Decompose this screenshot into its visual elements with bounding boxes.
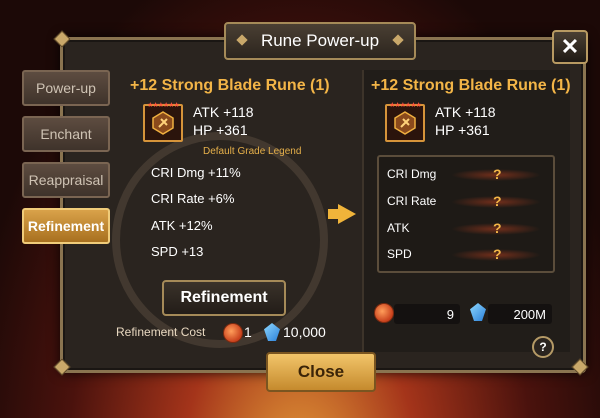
tab-enchant[interactable]: Enchant (22, 116, 110, 152)
refinement-cost-label: Refinement Cost (116, 325, 206, 339)
close-button-label: Close (297, 362, 345, 381)
tab-label: Power-up (36, 80, 96, 96)
sub-stat: CRI Rate +6% (151, 191, 235, 206)
refinement-button[interactable]: Refinement (162, 280, 286, 316)
sub-stat: ATK +12% (151, 218, 213, 233)
refinement-button-label: Refinement (180, 289, 268, 306)
main-stat: ATK +118 (435, 104, 496, 120)
unknown-stat-row: ATK ? (387, 219, 543, 239)
star-rating-icon: ★★★★★★ (147, 102, 180, 109)
diamond-icon (236, 34, 248, 46)
unknown-stat-row: SPD ? (387, 245, 543, 265)
stat-label: SPD (387, 247, 412, 261)
close-button[interactable]: Close (266, 352, 376, 392)
stat-unknown-value: ? (493, 246, 502, 262)
grade-legend-label: Default Grade Legend (203, 146, 302, 157)
arrow-right-icon (338, 204, 356, 224)
unknown-stat-row: CRI Dmg ? (387, 165, 543, 185)
rune-token-icon (223, 323, 243, 343)
diamond-icon (392, 34, 404, 46)
sub-stat: CRI Dmg +11% (151, 165, 241, 180)
unknown-stat-row: CRI Rate ? (387, 192, 543, 212)
stat-unknown-value: ? (493, 193, 502, 209)
close-icon-button[interactable]: ✕ (552, 30, 588, 64)
tab-power-up[interactable]: Power-up (22, 70, 110, 106)
rune-icon: ★★★★★★ (385, 102, 425, 142)
main-stat: ATK +118 (193, 104, 254, 120)
cost-mana-value: 10,000 (283, 324, 326, 340)
dialog-title-plate: Rune Power-up (224, 22, 416, 60)
rune-token-icon (374, 303, 394, 323)
rune-icon: ★★★★★★ (143, 102, 183, 142)
blade-rune-icon (152, 111, 174, 135)
innate-stat: HP +361 (435, 122, 490, 138)
dialog-title: Rune Power-up (260, 31, 380, 50)
tab-reappraisal[interactable]: Reappraisal (22, 162, 110, 198)
right-rune-name: +12 Strong Blade Rune (1) (371, 77, 571, 94)
tab-label: Enchant (40, 126, 92, 142)
cost-runes-value: 1 (244, 324, 252, 340)
blade-rune-icon (394, 111, 416, 135)
help-button[interactable]: ? (532, 336, 554, 358)
left-rune-name: +12 Strong Blade Rune (1) (130, 77, 330, 94)
close-icon: ✕ (560, 34, 580, 59)
owned-mana-value: 200M (488, 304, 552, 324)
stat-label: CRI Rate (387, 194, 437, 208)
tab-refinement[interactable]: Refinement (22, 208, 110, 244)
stat-label: CRI Dmg (387, 167, 437, 181)
unknown-substats-box: CRI Dmg ? CRI Rate ? ATK ? SPD ? (377, 155, 555, 273)
help-icon: ? (539, 340, 547, 354)
tab-label: Reappraisal (28, 172, 104, 188)
stat-unknown-value: ? (493, 166, 502, 182)
tab-label: Refinement (27, 218, 105, 234)
owned-runes-value: 9 (394, 304, 460, 324)
sub-stat: SPD +13 (151, 244, 204, 259)
innate-stat: HP +361 (193, 122, 248, 138)
stat-unknown-value: ? (493, 220, 502, 236)
star-rating-icon: ★★★★★★ (389, 102, 422, 109)
stat-label: ATK (387, 221, 410, 235)
